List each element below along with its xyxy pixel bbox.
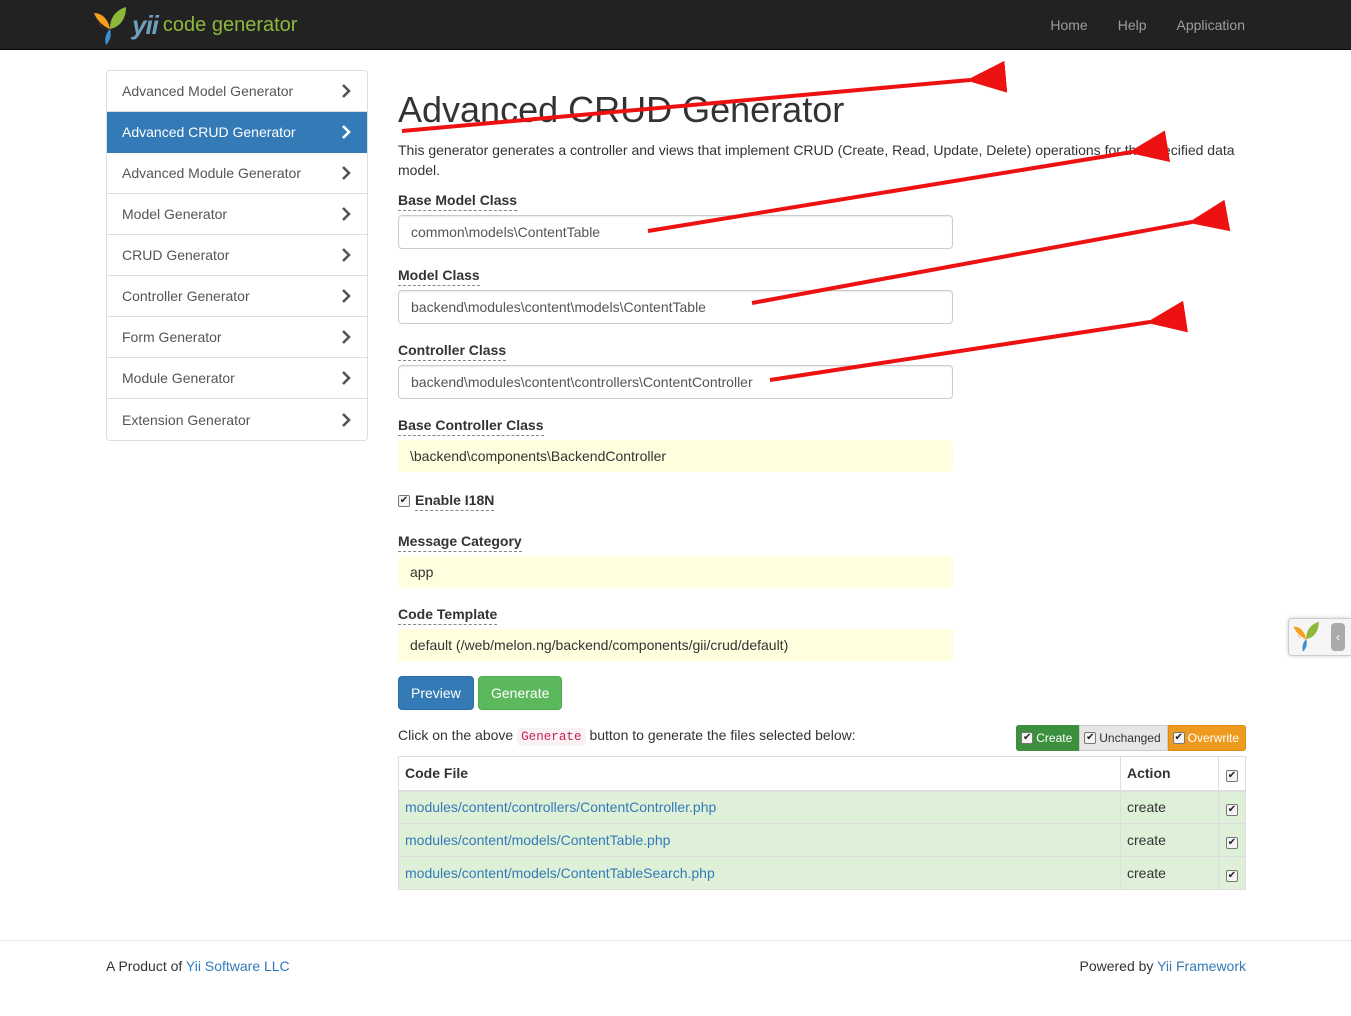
- legend-unchanged[interactable]: ✔ Unchanged: [1079, 725, 1168, 751]
- file-action: create: [1120, 856, 1219, 890]
- page-footer: A Product of Yii Software LLC Powered by…: [0, 940, 1351, 1016]
- generate-button[interactable]: Generate: [478, 676, 563, 710]
- select-all-cell: ✔: [1218, 756, 1246, 792]
- sidebar-item-advanced-module-generator[interactable]: Advanced Module Generator: [107, 153, 367, 194]
- table-row: modules/content/controllers/ContentContr…: [398, 790, 1246, 824]
- brand-logo[interactable]: yii code generator: [92, 5, 297, 45]
- generate-hint: Click on the above Generate button to ge…: [398, 725, 856, 747]
- sidebar-item-label: Model Generator: [122, 206, 228, 222]
- sidebar-item-label: Advanced CRUD Generator: [122, 124, 296, 140]
- file-select-checkbox[interactable]: ✔: [1226, 836, 1238, 849]
- sidebar-item-advanced-model-generator[interactable]: Advanced Model Generator: [107, 71, 367, 112]
- sidebar-item-model-generator[interactable]: Model Generator: [107, 194, 367, 235]
- column-header-code-file: Code File: [398, 756, 1121, 792]
- top-navbar: yii code generator Home Help Application: [0, 0, 1351, 50]
- chevron-right-icon: [342, 166, 351, 180]
- chevron-right-icon: [342, 125, 351, 139]
- footer-left: A Product of Yii Software LLC: [106, 958, 290, 974]
- sidebar-item-label: Controller Generator: [122, 288, 250, 304]
- code-template-value[interactable]: default (/web/melon.ng/backend/component…: [398, 629, 953, 661]
- nav-link-home[interactable]: Home: [1035, 0, 1102, 50]
- sidebar-item-label: Advanced Module Generator: [122, 165, 301, 181]
- legend-create-label: Create: [1036, 731, 1073, 745]
- chevron-right-icon: [342, 330, 351, 344]
- file-status-legend: ✔ Create ✔ Unchanged ✔ Overwrite: [1016, 725, 1246, 751]
- chevron-right-icon: [342, 84, 351, 98]
- preview-button[interactable]: Preview: [398, 676, 474, 710]
- debug-toolbar[interactable]: ‹: [1288, 618, 1351, 656]
- sidebar-item-module-generator[interactable]: Module Generator: [107, 358, 367, 399]
- nav-link-application[interactable]: Application: [1162, 0, 1261, 50]
- code-template-label: Code Template: [398, 605, 498, 625]
- sidebar-item-label: Module Generator: [122, 370, 235, 386]
- model-class-input[interactable]: [398, 290, 953, 324]
- nav-links: Home Help Application: [1035, 0, 1260, 50]
- hint-after: button to generate the files selected be…: [589, 727, 856, 743]
- enable-i18n-label[interactable]: Enable I18N: [415, 491, 495, 511]
- sidebar-item-controller-generator[interactable]: Controller Generator: [107, 276, 367, 317]
- message-category-label: Message Category: [398, 532, 522, 552]
- legend-unchanged-checkbox[interactable]: ✔: [1084, 732, 1097, 744]
- footer-yii-framework-link[interactable]: Yii Framework: [1157, 958, 1246, 974]
- chevron-right-icon: [342, 371, 351, 385]
- chevron-right-icon: [342, 412, 351, 427]
- file-select-checkbox[interactable]: ✔: [1226, 803, 1238, 816]
- legend-overwrite-label: Overwrite: [1187, 731, 1239, 745]
- hint-code: Generate: [517, 728, 586, 746]
- legend-overwrite[interactable]: ✔ Overwrite: [1167, 725, 1246, 751]
- controller-class-label: Controller Class: [398, 341, 507, 361]
- legend-create-checkbox[interactable]: ✔: [1021, 732, 1034, 744]
- base-controller-class-label: Base Controller Class: [398, 416, 544, 436]
- table-row: modules/content/models/ContentTableSearc…: [398, 856, 1246, 890]
- legend-overwrite-checkbox[interactable]: ✔: [1172, 732, 1185, 744]
- nav-link-help[interactable]: Help: [1103, 0, 1162, 50]
- legend-create[interactable]: ✔ Create: [1016, 725, 1080, 751]
- chevron-right-icon: [342, 289, 351, 303]
- base-controller-class-value[interactable]: \backend\components\BackendController: [398, 440, 953, 472]
- sidebar-item-extension-generator[interactable]: Extension Generator: [107, 399, 367, 440]
- chevron-right-icon: [342, 248, 351, 262]
- enable-i18n-row: ✔ Enable I18N: [398, 491, 495, 511]
- sidebar-item-label: Advanced Model Generator: [122, 83, 294, 99]
- base-model-class-input[interactable]: [398, 215, 953, 249]
- generator-sidebar: Advanced Model Generator Advanced CRUD G…: [106, 70, 368, 441]
- message-category-value[interactable]: app: [398, 556, 953, 588]
- footer-powered-text: Powered by: [1079, 958, 1154, 974]
- sidebar-item-advanced-crud-generator[interactable]: Advanced CRUD Generator: [107, 112, 367, 153]
- file-select-checkbox[interactable]: ✔: [1226, 869, 1238, 882]
- hint-before: Click on the above: [398, 727, 514, 743]
- sidebar-item-form-generator[interactable]: Form Generator: [107, 317, 367, 358]
- base-model-class-label: Base Model Class: [398, 191, 518, 211]
- controller-class-input[interactable]: [398, 365, 953, 399]
- footer-product-text: A Product of: [106, 958, 183, 974]
- sidebar-item-crud-generator[interactable]: CRUD Generator: [107, 235, 367, 276]
- code-file-link[interactable]: modules/content/models/ContentTableSearc…: [405, 865, 715, 881]
- code-file-link[interactable]: modules/content/models/ContentTable.php: [405, 832, 670, 848]
- sidebar-item-label: Extension Generator: [122, 411, 251, 428]
- page-title: Advanced CRUD Generator: [398, 89, 845, 130]
- yii-logo-icon[interactable]: [1292, 620, 1322, 655]
- file-action: create: [1120, 823, 1219, 857]
- legend-unchanged-label: Unchanged: [1099, 731, 1161, 745]
- brand-yii-text: yii: [132, 9, 159, 40]
- brand-title: code generator: [162, 13, 298, 36]
- column-header-action: Action: [1120, 756, 1219, 792]
- footer-right: Powered by Yii Framework: [1079, 958, 1246, 974]
- select-all-checkbox[interactable]: ✔: [1226, 769, 1238, 782]
- sidebar-item-label: Form Generator: [122, 329, 222, 345]
- table-row: modules/content/models/ContentTable.php …: [398, 823, 1246, 857]
- enable-i18n-checkbox[interactable]: ✔: [398, 495, 410, 507]
- chevron-right-icon: [342, 207, 351, 221]
- sidebar-item-label: CRUD Generator: [122, 247, 230, 263]
- footer-yii-software-link[interactable]: Yii Software LLC: [186, 958, 290, 974]
- file-action: create: [1120, 790, 1219, 824]
- table-header-row: Code File Action ✔: [398, 756, 1246, 792]
- generator-description: This generator generates a controller an…: [398, 142, 1235, 178]
- model-class-label: Model Class: [398, 266, 480, 286]
- code-file-link[interactable]: modules/content/controllers/ContentContr…: [405, 799, 716, 815]
- yii-logo-icon: [92, 5, 130, 45]
- code-files-table: Code File Action ✔ modules/content/contr…: [398, 756, 1246, 890]
- chevron-left-icon[interactable]: ‹: [1331, 623, 1345, 651]
